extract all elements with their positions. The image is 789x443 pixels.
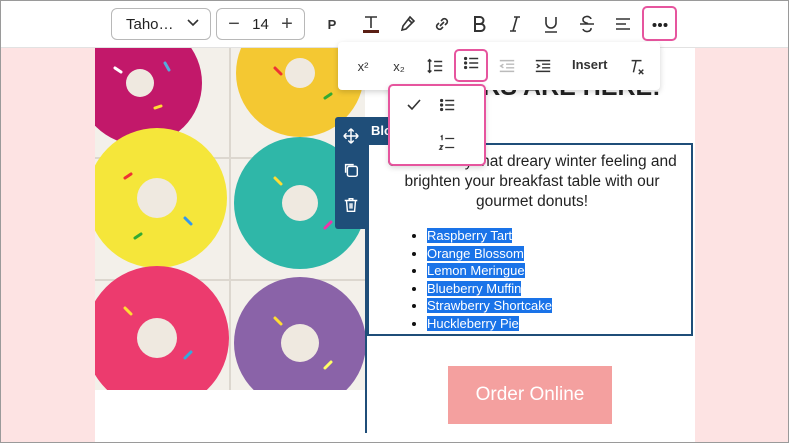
bullet-list-option[interactable] xyxy=(390,88,484,126)
more-options-button[interactable] xyxy=(642,6,677,41)
text-block[interactable]: Chase away that dreary winter feeling an… xyxy=(367,143,693,336)
list-button[interactable] xyxy=(454,49,488,82)
strikethrough-icon[interactable] xyxy=(573,10,601,38)
link-icon[interactable] xyxy=(428,10,456,38)
text-color-icon[interactable] xyxy=(357,10,385,38)
list-icon xyxy=(462,54,480,77)
move-icon[interactable] xyxy=(342,127,360,150)
paragraph-style-button[interactable]: P xyxy=(318,10,346,38)
align-icon[interactable] xyxy=(609,10,637,38)
numbered-list-icon xyxy=(438,134,456,157)
clear-format-icon[interactable] xyxy=(624,54,650,78)
flavor-list[interactable]: Raspberry Tart Orange Blossom Lemon Meri… xyxy=(427,227,552,333)
list-item[interactable]: Orange Blossom xyxy=(427,245,552,263)
block-label: Block xyxy=(367,117,389,143)
list-item-text: Strawberry Shortcake xyxy=(427,298,552,314)
insert-button[interactable]: Insert xyxy=(572,57,607,72)
list-item[interactable]: Huckleberry Pie xyxy=(427,315,552,333)
underline-icon[interactable] xyxy=(537,10,565,38)
list-item-text: Huckleberry Pie xyxy=(427,315,519,331)
chevron-down-icon xyxy=(186,15,200,33)
subscript-button[interactable]: x₂ xyxy=(386,54,412,78)
list-item-text: Lemon Meringue xyxy=(427,263,525,279)
list-item-text: Orange Blossom xyxy=(427,245,524,261)
font-size-stepper[interactable]: − 14 + xyxy=(216,8,305,40)
extended-format-toolbar: x² x₂ Insert xyxy=(338,42,660,90)
order-online-button[interactable]: Order Online xyxy=(448,366,612,424)
bold-icon[interactable] xyxy=(465,10,493,38)
outdent-icon[interactable] xyxy=(494,54,520,78)
increase-size-button[interactable]: + xyxy=(276,14,298,34)
indent-icon[interactable] xyxy=(530,54,556,78)
list-item[interactable]: Strawberry Shortcake xyxy=(427,297,552,315)
line-height-icon[interactable] xyxy=(422,54,448,78)
format-toolbar: Taho… − 14 + P xyxy=(0,0,789,48)
trash-icon[interactable] xyxy=(342,196,360,219)
superscript-button[interactable]: x² xyxy=(350,54,376,78)
italic-icon[interactable] xyxy=(501,10,529,38)
bullet-list-icon xyxy=(438,96,456,119)
decrease-size-button[interactable]: − xyxy=(223,14,245,34)
list-item[interactable]: Blueberry Muffin xyxy=(427,280,552,298)
list-item[interactable]: Raspberry Tart xyxy=(427,227,552,245)
more-icon xyxy=(652,15,668,33)
numbered-list-option[interactable] xyxy=(390,126,484,164)
font-family-select[interactable]: Taho… xyxy=(111,8,211,40)
list-item-text: Raspberry Tart xyxy=(427,228,513,243)
list-item-text: Blueberry Muffin xyxy=(427,280,522,296)
list-item[interactable]: Lemon Meringue xyxy=(427,262,552,280)
font-family-value: Taho… xyxy=(126,15,174,33)
check-icon xyxy=(406,97,422,118)
donut-photo-icon xyxy=(95,48,365,390)
donut-image[interactable] xyxy=(95,48,365,390)
highlight-icon[interactable] xyxy=(393,10,421,38)
font-size-value[interactable]: 14 xyxy=(252,16,269,33)
list-type-dropdown xyxy=(388,84,486,166)
duplicate-icon[interactable] xyxy=(342,161,360,184)
block-toolbar xyxy=(335,117,367,229)
